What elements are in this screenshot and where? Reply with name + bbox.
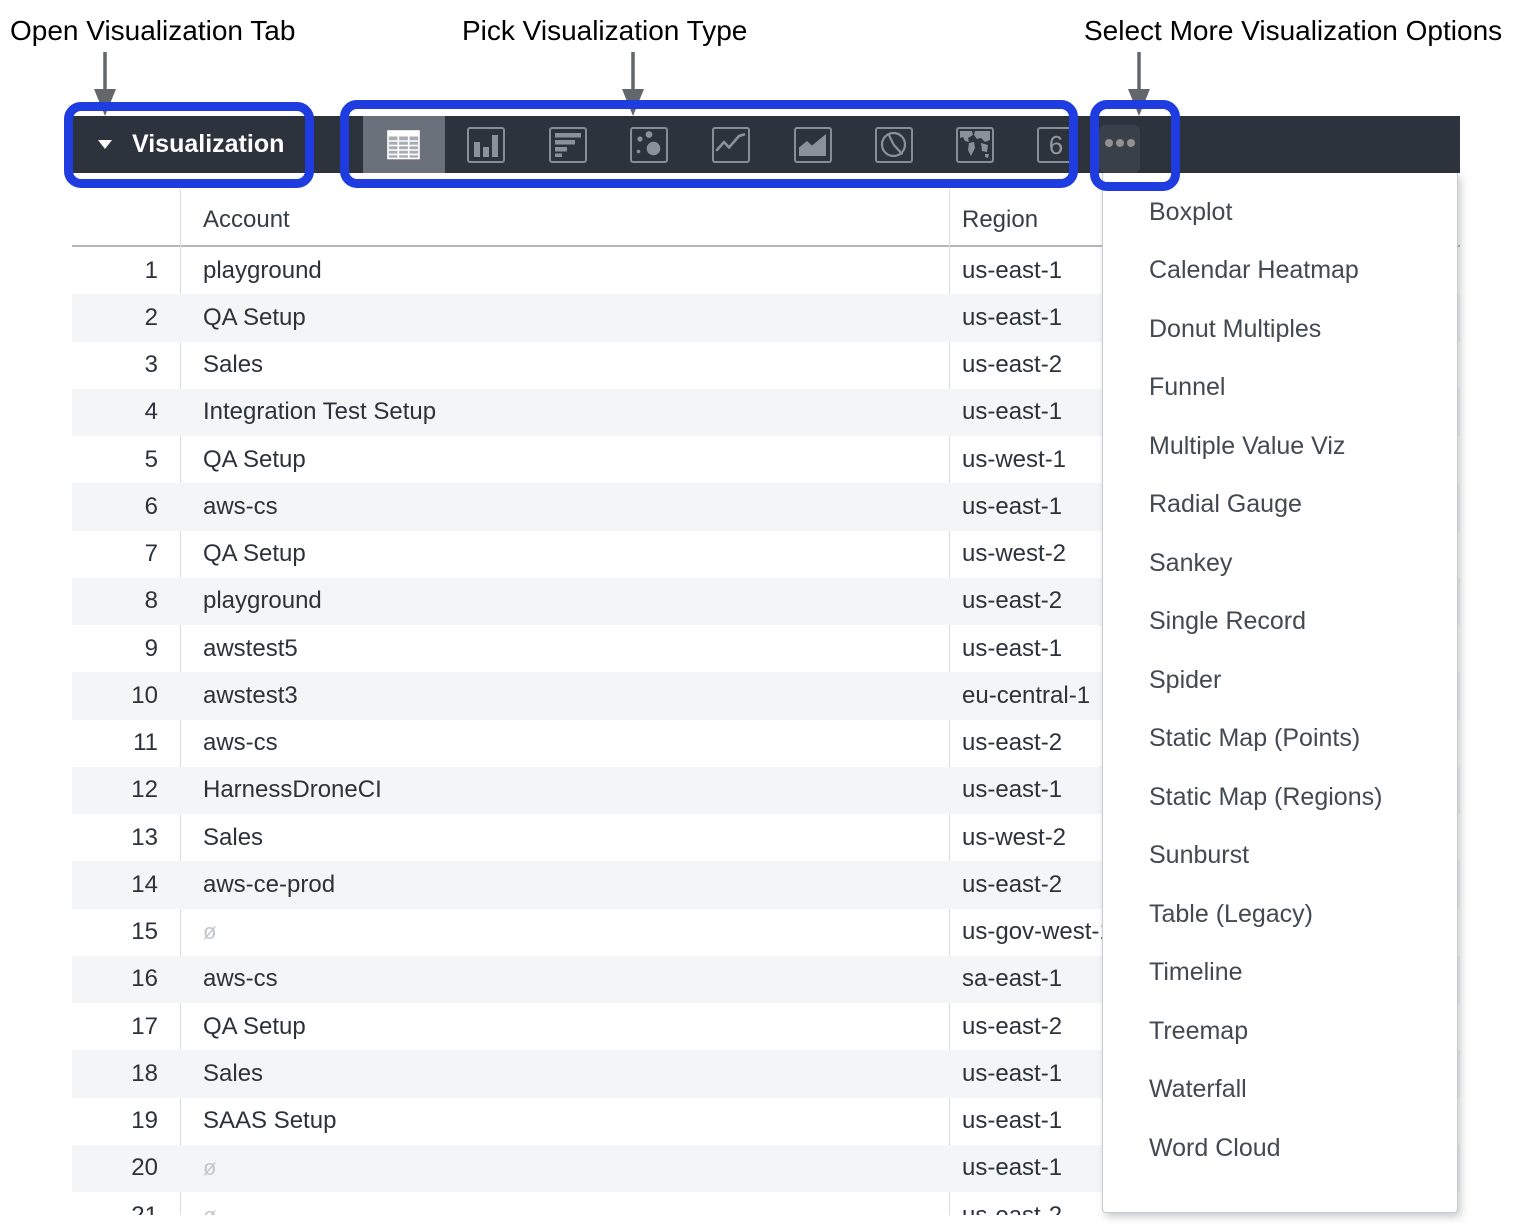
menu-item[interactable]: Boxplot (1103, 183, 1457, 242)
row-index: 13 (72, 824, 180, 852)
viz-type-column-chart-button[interactable] (445, 116, 527, 173)
menu-item[interactable]: Single Record (1103, 593, 1457, 652)
row-index: 16 (72, 965, 180, 993)
menu-item[interactable]: Radial Gauge (1103, 476, 1457, 535)
world-map-icon (955, 126, 995, 164)
visualization-tab[interactable]: Visualization (72, 116, 284, 173)
row-index: 7 (72, 540, 180, 568)
bar-chart-icon (548, 126, 588, 164)
row-index: 15 (72, 918, 180, 946)
row-index: 21 (72, 1202, 180, 1215)
annotation-pick-type: Pick Visualization Type (462, 14, 747, 48)
menu-item[interactable]: Table (Legacy) (1103, 885, 1457, 944)
menu-item[interactable]: Sunburst (1103, 827, 1457, 886)
annotation-open-tab: Open Visualization Tab (10, 14, 295, 48)
account-cell: awstest5 (180, 635, 949, 663)
visualization-toolbar: Visualization (72, 116, 1460, 173)
pie-chart-icon (874, 126, 914, 164)
scatter-plot-icon (629, 126, 669, 164)
account-cell: HarnessDroneCI (180, 776, 949, 804)
account-cell: QA Setup (180, 540, 949, 568)
menu-item[interactable]: Static Map (Regions) (1103, 768, 1457, 827)
column-header-account[interactable]: Account (203, 206, 290, 234)
account-cell: Sales (180, 1060, 949, 1088)
account-cell: Integration Test Setup (180, 398, 949, 426)
account-cell: aws-cs (180, 493, 949, 521)
account-cell: SAAS Setup (180, 1107, 949, 1135)
row-index: 3 (72, 351, 180, 379)
column-header-region[interactable]: Region (962, 206, 1038, 234)
menu-item[interactable]: Timeline (1103, 944, 1457, 1003)
menu-item[interactable]: Spider (1103, 651, 1457, 710)
account-cell: playground (180, 257, 949, 285)
account-cell: ø (180, 1203, 949, 1215)
account-cell: ø (180, 1155, 949, 1181)
viz-type-area-chart-button[interactable] (772, 116, 854, 173)
menu-item[interactable]: Funnel (1103, 359, 1457, 418)
row-index: 19 (72, 1107, 180, 1135)
line-chart-icon (711, 126, 751, 164)
annotation-more-options: Select More Visualization Options (1084, 14, 1502, 48)
row-index: 18 (72, 1060, 180, 1088)
viz-type-bar-chart-button[interactable] (527, 116, 609, 173)
row-index: 4 (72, 398, 180, 426)
row-index: 17 (72, 1013, 180, 1041)
viz-type-world-map-button[interactable] (934, 116, 1016, 173)
row-index: 12 (72, 776, 180, 804)
row-index: 5 (72, 446, 180, 474)
ellipsis-icon (1105, 139, 1135, 147)
account-cell: playground (180, 587, 949, 615)
row-index: 11 (72, 729, 180, 757)
svg-text:6: 6 (1049, 130, 1063, 160)
row-index: 1 (72, 257, 180, 285)
menu-item[interactable]: Sankey (1103, 534, 1457, 593)
visualization-picker-screen: Open Visualization Tab Pick Visualizatio… (0, 0, 1528, 1232)
menu-item[interactable]: Calendar Heatmap (1103, 242, 1457, 301)
annotation-arrow-down-icon (90, 50, 120, 118)
single-value-icon: 6 (1036, 126, 1076, 164)
viz-type-pie-chart-button[interactable] (853, 116, 935, 173)
row-index: 2 (72, 304, 180, 332)
caret-down-icon (98, 140, 112, 149)
visualization-tab-label: Visualization (132, 130, 284, 159)
menu-item[interactable]: Multiple Value Viz (1103, 417, 1457, 476)
annotation-arrow-down-icon (1124, 50, 1154, 118)
more-visualizations-menu: BoxplotCalendar HeatmapDonut MultiplesFu… (1102, 173, 1458, 1213)
row-index: 10 (72, 682, 180, 710)
account-cell: Sales (180, 824, 949, 852)
account-cell: QA Setup (180, 304, 949, 332)
viz-type-line-chart-button[interactable] (690, 116, 772, 173)
more-visualization-options-button[interactable] (1099, 125, 1140, 173)
account-cell: aws-cs (180, 965, 949, 993)
row-index: 8 (72, 587, 180, 615)
row-index: 14 (72, 871, 180, 899)
menu-item[interactable]: Donut Multiples (1103, 300, 1457, 359)
menu-item[interactable]: Treemap (1103, 1002, 1457, 1061)
row-index: 9 (72, 635, 180, 663)
row-index: 6 (72, 493, 180, 521)
viz-type-single-value-button[interactable]: 6 (1015, 116, 1097, 173)
account-cell: Sales (180, 351, 949, 379)
column-chart-icon (466, 126, 506, 164)
viz-type-scatter-plot-button[interactable] (608, 116, 690, 173)
menu-item[interactable]: Word Cloud (1103, 1119, 1457, 1178)
account-cell: awstest3 (180, 682, 949, 710)
table-icon (384, 126, 424, 164)
menu-item[interactable]: Waterfall (1103, 1061, 1457, 1120)
account-cell: QA Setup (180, 446, 949, 474)
area-chart-icon (793, 126, 833, 164)
annotation-arrow-down-icon (618, 50, 648, 118)
viz-type-table-button[interactable] (363, 116, 445, 173)
account-cell: aws-cs (180, 729, 949, 757)
account-cell: aws-ce-prod (180, 871, 949, 899)
row-index: 20 (72, 1154, 180, 1182)
account-cell: QA Setup (180, 1013, 949, 1041)
account-cell: ø (180, 919, 949, 945)
menu-item[interactable]: Static Map (Points) (1103, 710, 1457, 769)
